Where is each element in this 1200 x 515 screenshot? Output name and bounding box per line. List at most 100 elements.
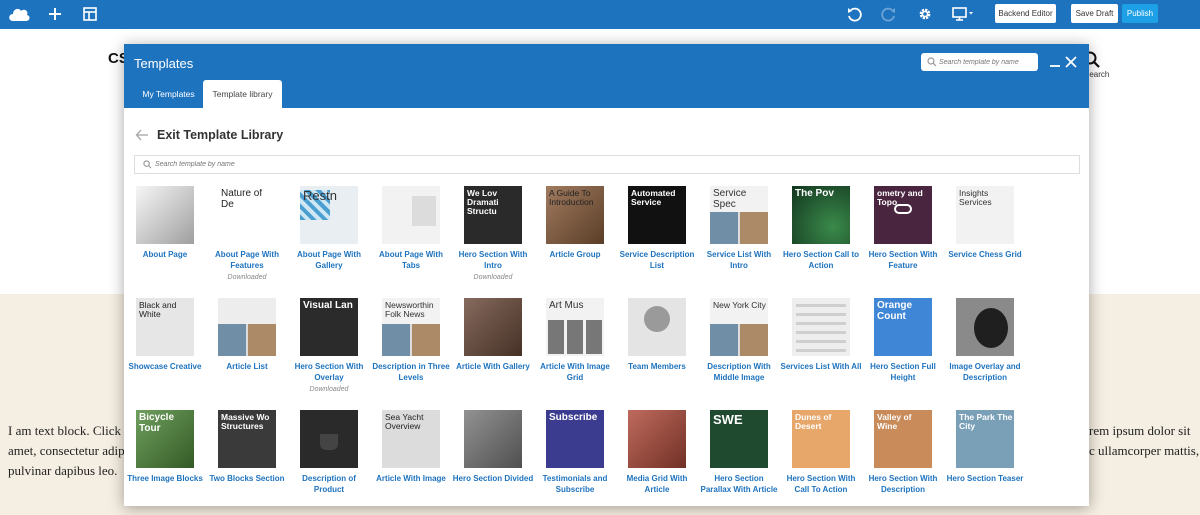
template-name[interactable]: About Page [124, 250, 206, 261]
template-thumbnail[interactable]: Massive Wo Structures [218, 410, 276, 468]
template-name[interactable]: Hero Section With Intro [452, 250, 534, 271]
template-thumbnail[interactable]: Black and White [136, 298, 194, 356]
template-tile[interactable]: Black and White Showcase Creative [124, 298, 206, 404]
template-thumbnail[interactable]: New York City [710, 298, 768, 356]
template-name[interactable]: Description of Product [288, 474, 370, 495]
template-name[interactable]: Two Blocks Section [206, 474, 288, 485]
template-name[interactable]: Description With Middle Image [698, 362, 780, 383]
template-thumbnail[interactable] [300, 410, 358, 468]
library-search-input[interactable] [155, 157, 1055, 172]
template-tile[interactable]: ometry and Topo Hero Section With Feature [862, 186, 944, 292]
library-search-box[interactable] [134, 155, 1080, 174]
template-name[interactable]: Services List With All [780, 362, 862, 373]
back-arrow-icon[interactable] [135, 129, 149, 141]
template-tile[interactable]: The Park The City Hero Section Teaser [944, 410, 1026, 506]
template-tile[interactable]: SWE Hero Section Parallax With Article [698, 410, 780, 506]
template-thumbnail[interactable]: The Park The City [956, 410, 1014, 468]
template-name[interactable]: Service List With Intro [698, 250, 780, 271]
template-thumbnail[interactable] [218, 298, 276, 356]
layout-icon[interactable] [78, 3, 102, 25]
template-thumbnail[interactable] [628, 410, 686, 468]
template-name[interactable]: Team Members [616, 362, 698, 373]
template-thumbnail[interactable]: Newsworthin Folk News [382, 298, 440, 356]
template-name[interactable]: About Page With Gallery [288, 250, 370, 271]
template-tile[interactable]: Article With Gallery [452, 298, 534, 404]
publish-button[interactable]: Publish [1122, 4, 1158, 23]
template-thumbnail[interactable] [464, 410, 522, 468]
template-thumbnail[interactable]: Visual Lan [300, 298, 358, 356]
template-name[interactable]: Showcase Creative [124, 362, 206, 373]
template-tile[interactable]: Valley of Wine Hero Section With Descript… [862, 410, 944, 506]
template-tile[interactable]: Team Members [616, 298, 698, 404]
template-tile[interactable]: We Lov Dramati Structu Hero Section With … [452, 186, 534, 292]
template-thumbnail[interactable] [792, 298, 850, 356]
template-thumbnail[interactable]: Art Mus [546, 298, 604, 356]
tab-template-library[interactable]: Template library [203, 80, 282, 108]
desktop-icon[interactable] [950, 3, 976, 25]
template-tile[interactable]: Nature of De About Page With Features Down… [206, 186, 288, 292]
template-tile[interactable]: About Page With Tabs [370, 186, 452, 292]
template-search-input[interactable] [939, 54, 1035, 70]
template-tile[interactable]: Orange Count Hero Section Full Height [862, 298, 944, 404]
template-thumbnail[interactable]: The Pov [792, 186, 850, 244]
template-thumbnail[interactable] [382, 186, 440, 244]
template-thumbnail[interactable]: ometry and Topo [874, 186, 932, 244]
template-thumbnail[interactable]: Bicycle Tour [136, 410, 194, 468]
close-icon[interactable] [1064, 55, 1078, 69]
template-name[interactable]: Media Grid With Article [616, 474, 698, 495]
template-thumbnail[interactable]: Restn [300, 186, 358, 244]
template-name[interactable]: Hero Section Divided [452, 474, 534, 485]
template-thumbnail[interactable] [628, 298, 686, 356]
cloud-logo-icon[interactable] [7, 3, 31, 25]
template-tile[interactable]: Newsworthin Folk News Description in Thre… [370, 298, 452, 404]
template-name[interactable]: Article With Image Grid [534, 362, 616, 383]
template-name[interactable]: Image Overlay and Description [944, 362, 1026, 383]
template-tile[interactable]: Services List With All [780, 298, 862, 404]
template-tile[interactable]: Bicycle Tour Three Image Blocks [124, 410, 206, 506]
template-tile[interactable]: Automated Service Service Description Lis… [616, 186, 698, 292]
template-tile[interactable]: Massive Wo Structures Two Blocks Section [206, 410, 288, 506]
template-tile[interactable]: New York City Description With Middle Ima… [698, 298, 780, 404]
template-name[interactable]: About Page With Features [206, 250, 288, 271]
template-name[interactable]: Three Image Blocks [124, 474, 206, 485]
add-element-icon[interactable] [43, 3, 67, 25]
template-thumbnail[interactable]: A Guide To Introduction [546, 186, 604, 244]
template-thumbnail[interactable]: Orange Count [874, 298, 932, 356]
template-name[interactable]: Service Chess Grid [944, 250, 1026, 261]
template-tile[interactable]: Media Grid With Article [616, 410, 698, 506]
template-thumbnail[interactable] [136, 186, 194, 244]
template-tile[interactable]: Restn About Page With Gallery [288, 186, 370, 292]
template-name[interactable]: Hero Section Parallax With Article [698, 474, 780, 495]
save-draft-button[interactable]: Save Draft [1071, 4, 1118, 23]
template-tile[interactable]: Sea Yacht Overview Article With Image [370, 410, 452, 506]
template-name[interactable]: Article Group [534, 250, 616, 261]
template-thumbnail[interactable]: Dunes of Desert [792, 410, 850, 468]
template-name[interactable]: Hero Section With Description [862, 474, 944, 495]
template-tile[interactable]: A Guide To Introduction Article Group [534, 186, 616, 292]
template-name[interactable]: Hero Section Call to Action [780, 250, 862, 271]
minimize-icon[interactable] [1048, 55, 1062, 69]
template-tile[interactable]: Subscribe Testimonials and Subscribe [534, 410, 616, 506]
template-name[interactable]: Article With Image [370, 474, 452, 485]
template-tile[interactable]: Art Mus Article With Image Grid [534, 298, 616, 404]
template-name[interactable]: Hero Section With Overlay [288, 362, 370, 383]
modal-search-box[interactable] [921, 53, 1038, 71]
template-tile[interactable]: About Page [124, 186, 206, 292]
template-tile[interactable]: Article List [206, 298, 288, 404]
undo-icon[interactable] [842, 3, 866, 25]
template-thumbnail[interactable]: Automated Service [628, 186, 686, 244]
template-name[interactable]: Hero Section Full Height [862, 362, 944, 383]
tab-my-templates[interactable]: My Templates [134, 80, 203, 108]
template-thumbnail[interactable] [956, 298, 1014, 356]
template-thumbnail[interactable]: SWE [710, 410, 768, 468]
template-thumbnail[interactable]: Nature of De [218, 186, 276, 244]
template-tile[interactable]: The Pov Hero Section Call to Action [780, 186, 862, 292]
template-tile[interactable]: Service Spec Service List With Intro [698, 186, 780, 292]
exit-template-library-heading[interactable]: Exit Template Library [157, 128, 283, 142]
redo-icon[interactable] [877, 3, 901, 25]
template-tile[interactable]: Insights Services Service Chess Grid [944, 186, 1026, 292]
template-name[interactable]: Hero Section Teaser [944, 474, 1026, 485]
template-name[interactable]: Hero Section With Feature [862, 250, 944, 271]
template-name[interactable]: Hero Section With Call To Action [780, 474, 862, 495]
template-thumbnail[interactable] [464, 298, 522, 356]
